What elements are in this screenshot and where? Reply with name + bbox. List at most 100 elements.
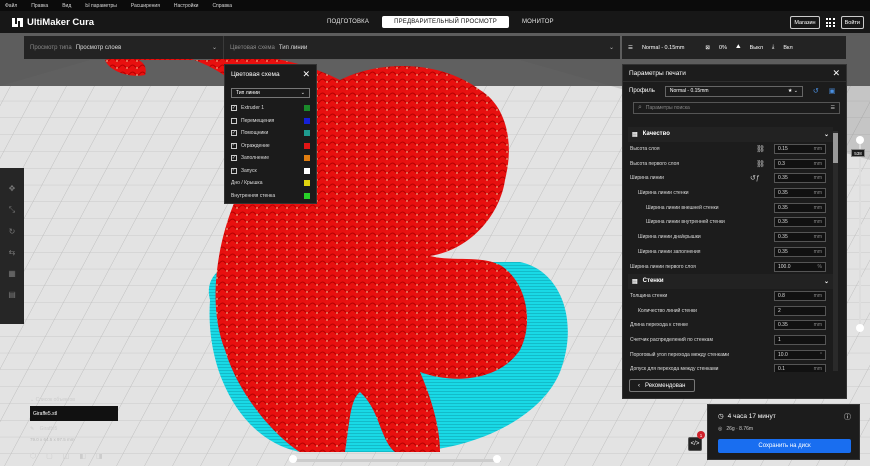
setting-value-input[interactable]: 0.8 mm [774, 290, 826, 301]
setting-value-input[interactable]: 0.35 mm [774, 188, 826, 199]
legend-label: Дно / Крышка [231, 180, 263, 187]
layer-slider-bottom-handle[interactable] [856, 324, 864, 332]
object-filename: Giraffe5.stl [33, 410, 58, 417]
scale-tool-icon[interactable]: ⤡ [9, 205, 15, 215]
view-type-dropdown[interactable]: Просмотр типа Просмотр слоев ⌄ [24, 36, 223, 59]
menu-icon[interactable]: ☰ [831, 105, 835, 111]
marketplace-button[interactable]: Магазин [790, 16, 820, 29]
link-icon[interactable]: ⛓ [756, 145, 765, 153]
save-profile-icon[interactable]: ▣ [829, 87, 836, 95]
simulation-handle[interactable] [493, 455, 501, 463]
reset-icon[interactable]: ↺ [813, 87, 819, 95]
tab-prepare[interactable]: ПОДГОТОВКА [318, 16, 378, 28]
support-blocker-icon[interactable]: ▤ [8, 290, 16, 299]
per-model-settings-icon[interactable]: ▦ [8, 269, 16, 278]
mirror-tool-icon[interactable]: ⇆ [9, 248, 16, 257]
code-icon[interactable]: </> [688, 437, 702, 451]
setting-value-input[interactable]: 1 [774, 334, 826, 345]
menu-extensions[interactable]: Расширения [131, 3, 160, 9]
play-icon[interactable] [289, 455, 297, 463]
legend-checkbox[interactable] [231, 117, 237, 124]
setting-unit: mm [813, 234, 822, 241]
legend-item[interactable]: ✓ Ограждение [225, 140, 316, 153]
reset-function-icon[interactable]: ↺ƒ [750, 174, 760, 182]
legend-item[interactable]: Перемещения [225, 115, 316, 128]
profile-select[interactable]: Normal - 0.15mm ★ ⌄ [664, 85, 803, 97]
chevron-down-icon: ⌄ [211, 45, 217, 51]
menu-settings[interactable]: Настройки [174, 3, 199, 9]
object-list-toggle[interactable]: ⌄ Список объектов [30, 397, 75, 403]
object-list-item[interactable]: Giraffe5.stl [30, 406, 118, 421]
line-type-select[interactable]: Тип линии ⌄ [231, 88, 310, 98]
save-to-disk-button[interactable]: Сохранить на диск [718, 439, 851, 453]
settings-category[interactable]: ▤ Качество ⌄ [628, 127, 833, 142]
link-icon[interactable]: ⛓ [756, 160, 765, 168]
legend-item[interactable]: ✓ Помощники [225, 127, 316, 140]
menu-view[interactable]: Вид [62, 3, 71, 9]
menu-help[interactable]: Справка [212, 3, 232, 9]
menu-bar: Файл Правка Вид Ы параметры Расширения Н… [0, 0, 870, 11]
pencil-icon[interactable]: ✎ [30, 426, 34, 432]
front-view-icon[interactable]: ▢ [46, 452, 53, 460]
setting-value-input[interactable]: 100.0% [774, 261, 826, 272]
setting-value-input[interactable]: 0.35 mm [774, 173, 826, 184]
setting-value-input[interactable]: 2 [774, 305, 826, 316]
move-tool-icon[interactable]: ✥ [9, 184, 16, 193]
star-icon[interactable]: ★ ⌄ [788, 88, 798, 94]
print-settings-bar[interactable]: ☰ Normal - 0.15mm ⊠ 0% ⛰ Выкл ⤓ Вкл [622, 36, 846, 59]
settings-category[interactable]: ▤ Стенки ⌄ [628, 273, 833, 289]
menu-params[interactable]: Ы параметры [85, 3, 117, 9]
apps-grid-icon[interactable] [825, 18, 835, 27]
layer-number[interactable]: 538 [851, 149, 865, 157]
legend-checkbox[interactable]: ✓ [231, 155, 237, 162]
settings-scrollbar[interactable] [833, 131, 838, 371]
setting-value-input[interactable]: 0.35 mm [774, 232, 826, 243]
legend-checkbox[interactable]: ✓ [231, 167, 237, 174]
close-icon[interactable]: ✕ [832, 68, 840, 79]
setting-value-input[interactable]: 0.35 mm [774, 202, 826, 213]
setting-unit: ° [820, 351, 822, 358]
tab-preview[interactable]: ПРЕДВАРИТЕЛЬНЫЙ ПРОСМОТР [382, 16, 509, 28]
setting-value: 0.35 [778, 248, 788, 255]
setting-value-input[interactable]: 0.35 mm [774, 246, 826, 257]
color-scheme-dropdown[interactable]: Цветовая схема Тип линии ⌄ [223, 36, 620, 59]
legend-item[interactable]: Дно / Крышка [225, 177, 316, 190]
recommended-button[interactable]: ‹ Рекомендован [629, 379, 695, 392]
rotate-tool-icon[interactable]: ↻ [9, 227, 16, 236]
legend-item[interactable]: ✓ Заполнение [225, 152, 316, 165]
layer-slider[interactable]: 538 [851, 136, 865, 332]
legend-checkbox[interactable]: ✓ [231, 105, 237, 112]
setting-label: Высота слоя [630, 146, 660, 153]
left-view-icon[interactable]: ◧ [79, 452, 86, 460]
legend-checkbox[interactable]: ✓ [231, 130, 237, 137]
layer-slider-top-handle[interactable] [856, 136, 864, 144]
setting-value-input[interactable]: 10.0 ° [774, 349, 826, 360]
tab-monitor[interactable]: МОНИТОР [513, 16, 563, 28]
setting-value-input[interactable]: 0.15 mm [774, 144, 826, 155]
simulation-slider[interactable] [293, 459, 501, 462]
legend-item[interactable]: ✓ Extruder 1 [225, 102, 316, 115]
menu-file[interactable]: Файл [5, 3, 17, 9]
setting-value: 2 [778, 307, 781, 314]
right-view-icon[interactable]: ◨ [96, 452, 103, 460]
menu-edit[interactable]: Правка [31, 3, 48, 9]
setting-value-input[interactable]: 0.1 mm [774, 364, 826, 372]
setting-value-input[interactable]: 0.3 mm [774, 158, 826, 169]
legend-color-swatch [304, 155, 310, 162]
legend-color-swatch [304, 130, 310, 137]
legend-item[interactable]: Внутренняя стенка [225, 190, 316, 203]
legend-item[interactable]: ✓ Запуск [225, 165, 316, 178]
support-value: Выкл [749, 44, 763, 51]
settings-search-input[interactable]: ⌕ Параметры поиска ☰ [633, 102, 840, 114]
legend-checkbox[interactable]: ✓ [231, 142, 237, 149]
setting-value-input[interactable]: 0.35 mm [774, 320, 826, 331]
line-type-value: Тип линии [236, 90, 260, 96]
3d-view-icon[interactable]: ⬡ [30, 452, 36, 460]
info-icon[interactable]: ⓘ [844, 412, 851, 422]
close-icon[interactable]: ✕ [302, 69, 310, 80]
infill-icon: ⊠ [705, 44, 711, 51]
setting-row: Ширина линии заполнения 0.35 mm [628, 245, 833, 260]
setting-value-input[interactable]: 0.35 mm [774, 217, 826, 228]
top-view-icon[interactable]: ◫ [63, 452, 70, 460]
sign-in-button[interactable]: Войти [840, 16, 864, 29]
